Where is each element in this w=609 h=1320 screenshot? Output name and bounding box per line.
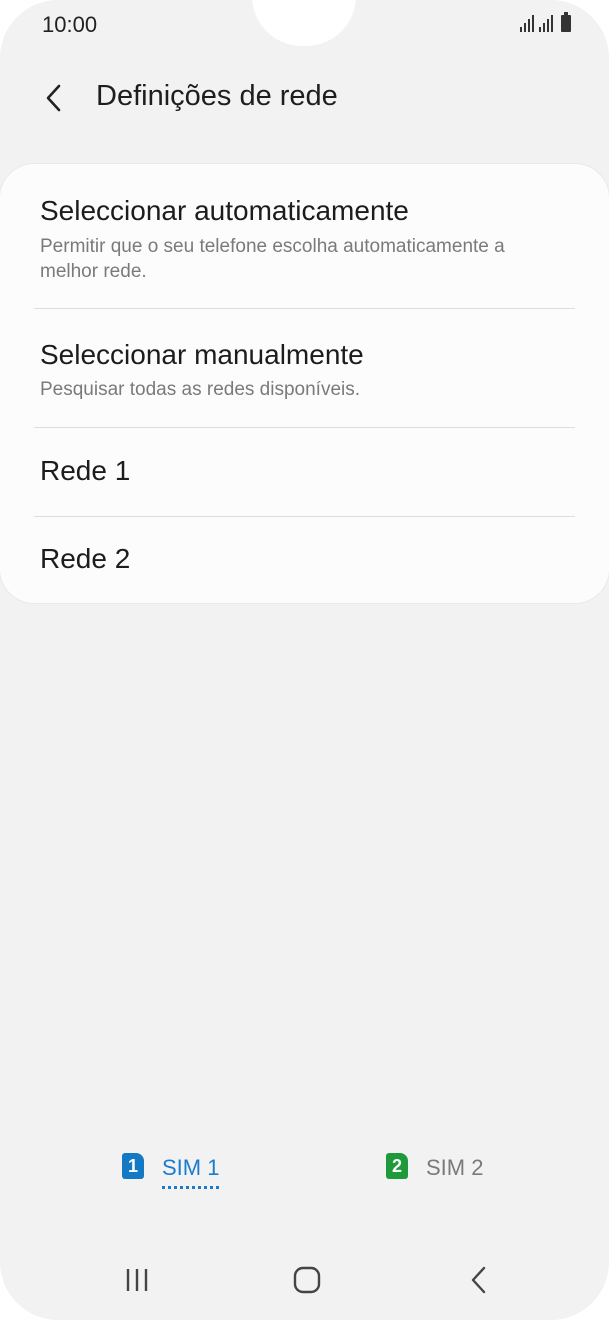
sim-1-icon: 1	[122, 1153, 144, 1179]
option-network-2[interactable]: Rede 2	[0, 517, 609, 603]
sim-2-icon: 2	[386, 1153, 408, 1179]
back-button[interactable]	[28, 72, 80, 124]
option-network-1[interactable]: Rede 1	[0, 428, 609, 516]
chevron-left-icon	[46, 84, 61, 112]
option-title: Seleccionar automaticamente	[40, 195, 409, 226]
option-subtitle: Pesquisar todas as redes disponíveis.	[40, 379, 361, 400]
status-icons	[520, 12, 571, 32]
battery-icon	[561, 12, 571, 32]
signal-sim2-icon	[539, 14, 553, 32]
status-bar: 10:00	[0, 0, 609, 52]
page-title: Definições de rede	[96, 80, 338, 112]
sim-1-label: SIM 1	[162, 1155, 220, 1189]
system-nav-bar	[0, 1244, 609, 1314]
sim-tabs: 1 SIM 1 2 SIM 2	[0, 1150, 609, 1210]
status-time: 10:00	[42, 12, 98, 37]
app-header: Definições de rede	[0, 60, 609, 136]
option-title: Rede 2	[40, 543, 131, 574]
tab-sim-2[interactable]: 2 SIM 2	[386, 1150, 483, 1206]
recents-icon	[126, 1269, 148, 1291]
nav-back-button[interactable]	[449, 1254, 509, 1306]
signal-sim1-icon	[520, 14, 534, 32]
network-options-list: Seleccionar automaticamente Permitir que…	[0, 164, 609, 603]
option-title: Seleccionar manualmente	[40, 339, 364, 370]
home-button[interactable]	[277, 1254, 337, 1306]
option-select-automatically[interactable]: Seleccionar automaticamente Permitir que…	[0, 164, 609, 308]
tab-sim-1[interactable]: 1 SIM 1	[122, 1150, 220, 1206]
camera-notch	[252, 0, 356, 46]
option-subtitle: Permitir que o seu telefone escolha auto…	[40, 236, 505, 282]
phone-screen: 10:00 Definições de rede Seleccionar aut…	[0, 0, 609, 1320]
sim-2-label: SIM 2	[426, 1155, 484, 1180]
home-icon	[293, 1266, 321, 1294]
option-select-manually[interactable]: Seleccionar manualmente Pesquisar todas …	[0, 309, 609, 427]
option-title: Rede 1	[40, 455, 131, 486]
recents-button[interactable]	[107, 1254, 167, 1306]
back-icon	[471, 1266, 486, 1294]
